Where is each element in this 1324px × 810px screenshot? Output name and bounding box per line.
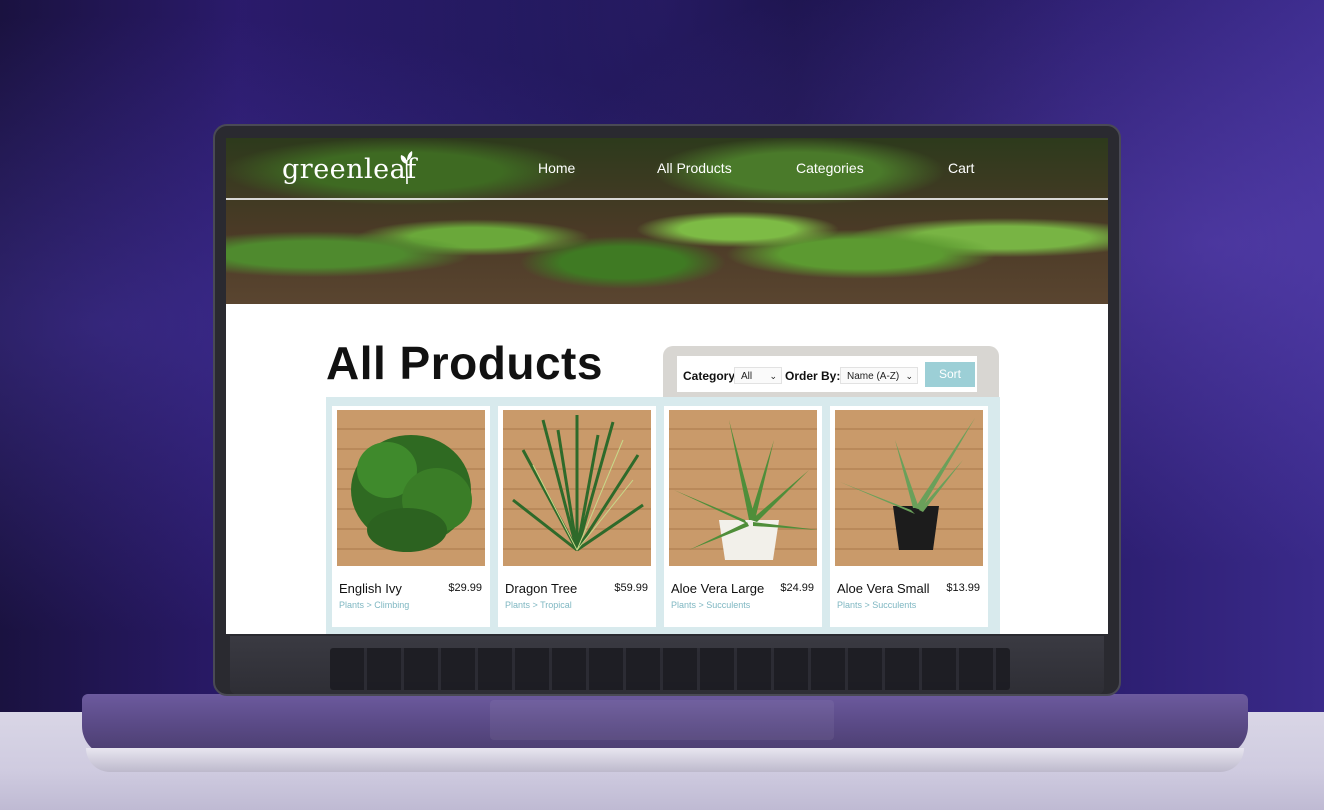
product-price: $59.99 xyxy=(614,582,648,594)
sprout-icon xyxy=(400,151,413,184)
nav-cart[interactable]: Cart xyxy=(948,160,974,176)
order-by-select-value: Name (A-Z) xyxy=(847,371,900,382)
sort-button[interactable]: Sort xyxy=(925,362,975,387)
product-image[interactable] xyxy=(835,410,983,566)
page-title: All Products xyxy=(326,337,603,389)
product-price: $13.99 xyxy=(946,582,980,594)
chevron-down-icon: ⌄ xyxy=(769,371,777,381)
nav-home[interactable]: Home xyxy=(538,160,575,176)
chevron-down-icon: ⌄ xyxy=(905,371,913,381)
product-category[interactable]: Plants > Tropical xyxy=(505,600,572,610)
header-divider xyxy=(226,198,1108,200)
nav-categories[interactable]: Categories xyxy=(796,160,864,176)
product-image[interactable] xyxy=(669,410,817,566)
product-card[interactable]: Dragon Tree $59.99 Plants > Tropical xyxy=(498,406,656,627)
laptop-base-edge xyxy=(86,748,1244,772)
laptop-keyboard xyxy=(330,648,1010,690)
laptop-trackpad xyxy=(490,700,834,740)
product-category[interactable]: Plants > Succulents xyxy=(837,600,916,610)
site-logo[interactable]: greenleaf xyxy=(282,154,417,185)
product-category[interactable]: Plants > Succulents xyxy=(671,600,750,610)
category-label: Category: xyxy=(683,369,740,383)
product-category[interactable]: Plants > Climbing xyxy=(339,600,409,610)
product-name[interactable]: Aloe Vera Small xyxy=(837,581,930,596)
product-card[interactable]: Aloe Vera Large $24.99 Plants > Succulen… xyxy=(664,406,822,627)
product-card[interactable]: English Ivy $29.99 Plants > Climbing xyxy=(332,406,490,627)
order-by-label: Order By: xyxy=(785,369,841,383)
product-name[interactable]: English Ivy xyxy=(339,581,402,596)
product-name[interactable]: Dragon Tree xyxy=(505,581,577,596)
product-name[interactable]: Aloe Vera Large xyxy=(671,581,764,596)
product-image[interactable] xyxy=(503,410,651,566)
product-grid: English Ivy $29.99 Plants > Climbing Dra… xyxy=(326,397,1000,634)
product-card[interactable]: Aloe Vera Small $13.99 Plants > Succulen… xyxy=(830,406,988,627)
category-select-value: All xyxy=(741,371,753,382)
category-select[interactable]: All ⌄ xyxy=(734,367,782,384)
laptop-screen: greenleaf Home All Products Categories C… xyxy=(226,138,1108,634)
order-by-select[interactable]: Name (A-Z) ⌄ xyxy=(840,367,918,384)
product-price: $29.99 xyxy=(448,582,482,594)
product-price: $24.99 xyxy=(780,582,814,594)
product-image[interactable] xyxy=(337,410,485,566)
nav-all-products[interactable]: All Products xyxy=(657,160,732,176)
